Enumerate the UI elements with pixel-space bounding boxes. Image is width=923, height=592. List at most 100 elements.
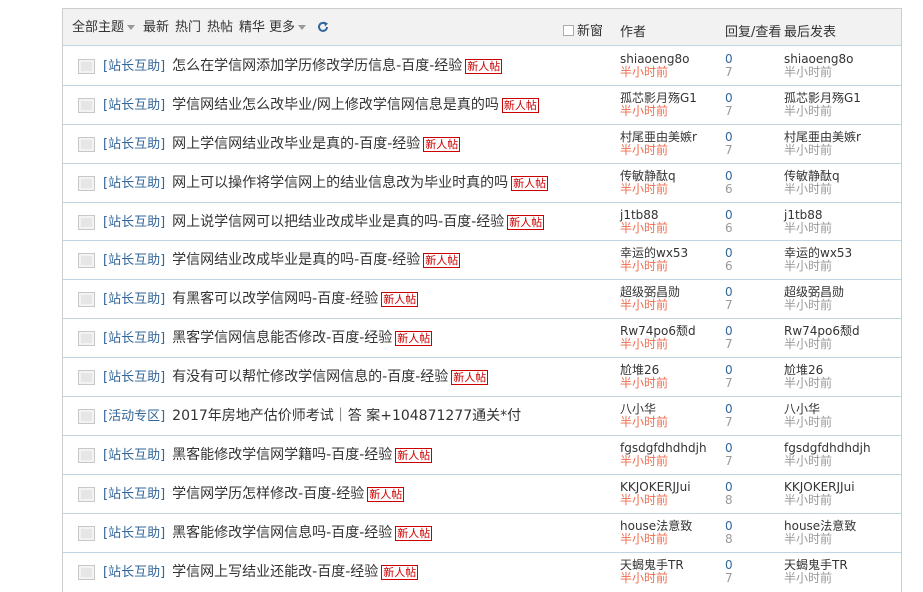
last-author-link[interactable]: fgsdgfdhdhdjh	[784, 441, 871, 455]
thread-title-cell: [站长互助] 黑客能修改学信网信息吗-百度-经验 新人帖	[103, 524, 433, 543]
thread-folder-icon[interactable]	[78, 525, 95, 541]
thread-title-link[interactable]: 黑客能修改学信网信息吗-百度-经验	[172, 525, 392, 541]
reply-count[interactable]: 0	[725, 519, 733, 533]
last-post-time-link[interactable]: 半小时前	[784, 221, 832, 235]
author-link[interactable]: 孤芯影月殇G1	[620, 91, 697, 105]
thread-category-link[interactable]: [活动专区]	[103, 409, 165, 424]
thread-row: [站长互助] 黑客能修改学信网信息吗-百度-经验 新人帖 house法意致 半小时前 0 8…	[63, 514, 901, 553]
thread-folder-icon[interactable]	[78, 447, 95, 463]
thread-title-link[interactable]: 有黑客可以改学信网吗-百度-经验	[172, 291, 378, 307]
last-post-time-link[interactable]: 半小时前	[784, 260, 852, 273]
thread-folder-icon[interactable]	[78, 370, 95, 386]
filter-hot-posts[interactable]: 热帖	[207, 20, 233, 36]
thread-title-link[interactable]: 学信网上写结业还能改-百度-经验	[172, 564, 378, 580]
last-post-time-link[interactable]: 半小时前	[784, 299, 844, 312]
last-post-time-link[interactable]: 半小时前	[784, 338, 860, 351]
thread-category-link[interactable]: [站长互助]	[103, 487, 165, 502]
thread-folder-icon[interactable]	[78, 331, 95, 347]
thread-category-link[interactable]: [站长互助]	[103, 215, 165, 230]
new-window-label: 新窗	[577, 24, 604, 39]
author-link[interactable]: fgsdgfdhdhdjh	[620, 441, 707, 455]
thread-title-link[interactable]: 黑客能修改学信网学籍吗-百度-经验	[172, 447, 392, 463]
thread-folder-icon[interactable]	[78, 253, 95, 269]
thread-folder-icon[interactable]	[78, 175, 95, 191]
thread-category-link[interactable]: [站长互助]	[103, 448, 165, 463]
filter-digest[interactable]: 精华	[239, 20, 265, 36]
author-link[interactable]: KKJOKERJJui	[620, 480, 691, 494]
filter-more[interactable]: 更多	[269, 20, 307, 36]
author-link[interactable]: 村尾亜由美嫉r	[620, 130, 697, 144]
thread-title-link[interactable]: 学信网结业改成毕业是真的吗-百度-经验	[172, 252, 420, 268]
last-post-time-link[interactable]: 半小时前	[784, 66, 853, 79]
thread-folder-icon[interactable]	[78, 214, 95, 230]
thread-folder-icon[interactable]	[78, 292, 95, 308]
reply-count[interactable]: 0	[725, 441, 733, 455]
last-post-cell: 孤芯影月殇G1 半小时前	[784, 91, 861, 118]
thread-title-link[interactable]: 黑客学信网信息能否修改-百度-经验	[172, 330, 392, 346]
thread-folder-icon[interactable]	[78, 97, 95, 113]
last-post-time-link[interactable]: 半小时前	[784, 532, 856, 546]
last-post-time-link[interactable]: 半小时前	[784, 493, 855, 507]
thread-title-cell: [活动专区] 2017年房地产估价师考试｜答 案+104871277通关*付	[103, 407, 521, 426]
thread-row: [活动专区] 2017年房地产估价师考试｜答 案+104871277通关*付 八小华…	[63, 397, 901, 436]
thread-title-link[interactable]: 网上说学信网可以把结业改成毕业是真的吗-百度-经验	[172, 214, 504, 230]
thread-category-link[interactable]: [站长互助]	[103, 292, 165, 307]
thread-title-link[interactable]: 怎么在学信网添加学历修改学历信息-百度-经验	[172, 58, 462, 74]
thread-rows: [站长互助] 怎么在学信网添加学历修改学历信息-百度-经验 新人帖 shiaoeng8…	[63, 47, 901, 591]
thread-category-link[interactable]: [站长互助]	[103, 370, 165, 385]
thread-title-link[interactable]: 学信网学历怎样修改-百度-经验	[172, 486, 364, 502]
thread-folder-icon[interactable]	[78, 486, 95, 502]
reply-count[interactable]: 0	[725, 558, 733, 572]
last-author-link[interactable]: KKJOKERJJui	[784, 480, 855, 494]
post-time: 半小时前	[620, 453, 669, 468]
last-author-link[interactable]: house法意致	[784, 519, 856, 533]
thread-folder-icon[interactable]	[78, 59, 95, 74]
reply-count[interactable]: 0	[725, 169, 733, 183]
thread-category-link[interactable]: [站长互助]	[103, 526, 165, 541]
thread-folder-icon[interactable]	[78, 136, 95, 152]
thread-title-link[interactable]: 2017年房地产估价师考试｜答 案+104871277通关*付	[172, 408, 521, 424]
new-window-checkbox[interactable]	[563, 25, 574, 36]
last-post-time-link[interactable]: 半小时前	[784, 377, 832, 390]
thread-category-link[interactable]: [站长互助]	[103, 98, 165, 113]
reply-count[interactable]: 0	[725, 208, 733, 222]
author-link[interactable]: 天蝎鬼手TR	[620, 558, 684, 572]
thread-folder-icon[interactable]	[78, 409, 95, 425]
newbie-post-badge: 新人帖	[381, 292, 419, 308]
last-author-link[interactable]: 村尾亜由美嫉r	[784, 130, 861, 144]
thread-category-link[interactable]: [站长互助]	[103, 331, 165, 346]
thread-category-link[interactable]: [站长互助]	[103, 59, 165, 74]
thread-category-link[interactable]: [站长互助]	[103, 253, 165, 268]
thread-title-link[interactable]: 学信网结业怎么改毕业/网上修改学信网信息是真的吗	[172, 97, 499, 113]
last-author-link[interactable]: 传敏静酞q	[784, 169, 840, 183]
last-post-time-link[interactable]: 半小时前	[784, 416, 832, 429]
last-post-cell: 尬堆26 半小时前	[784, 364, 832, 390]
last-author-link[interactable]: j1tb88	[784, 208, 832, 222]
reply-count[interactable]: 0	[725, 480, 733, 494]
reply-count[interactable]: 0	[725, 91, 733, 105]
reply-count[interactable]: 0	[725, 130, 733, 144]
thread-category-link[interactable]: [站长互助]	[103, 176, 165, 191]
last-author-link[interactable]: 天蝎鬼手TR	[784, 558, 848, 572]
author-link[interactable]: 传敏静酞q	[620, 169, 676, 183]
last-author-link[interactable]: 孤芯影月殇G1	[784, 91, 861, 105]
thread-title-link[interactable]: 网上学信网结业改毕业是真的-百度-经验	[172, 136, 420, 152]
thread-title-link[interactable]: 网上可以操作将学信网上的结业信息改为毕业时真的吗	[172, 175, 508, 191]
author-link[interactable]: house法意致	[620, 519, 692, 533]
filter-all-topics[interactable]: 全部主题	[72, 20, 136, 36]
author-link[interactable]: j1tb88	[620, 208, 668, 222]
new-window-toggle[interactable]: 新窗	[563, 20, 603, 39]
last-post-time-link[interactable]: 半小时前	[784, 182, 840, 196]
thread-category-link[interactable]: [站长互助]	[103, 137, 165, 152]
refresh-icon[interactable]	[316, 20, 330, 34]
thread-title-cell: [站长互助] 网上可以操作将学信网上的结业信息改为毕业时真的吗 新人帖	[103, 174, 549, 193]
filter-latest[interactable]: 最新	[143, 20, 169, 36]
thread-title-link[interactable]: 有没有可以帮忙修改学信网信息的-百度-经验	[172, 369, 448, 385]
thread-folder-icon[interactable]	[78, 564, 95, 580]
last-post-time-link[interactable]: 半小时前	[784, 104, 861, 118]
thread-category-link[interactable]: [站长互助]	[103, 565, 165, 580]
last-post-time-link[interactable]: 半小时前	[784, 454, 871, 468]
filter-hot[interactable]: 热门	[175, 20, 201, 36]
last-post-time-link[interactable]: 半小时前	[784, 571, 848, 585]
last-post-time-link[interactable]: 半小时前	[784, 143, 861, 157]
